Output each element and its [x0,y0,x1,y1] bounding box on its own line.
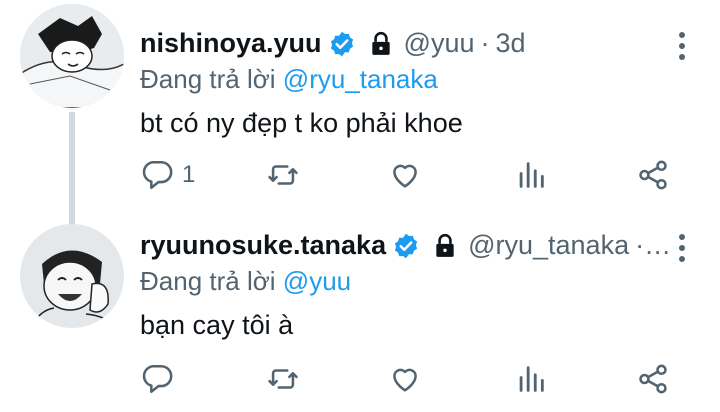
share-icon [636,158,670,192]
tweet-text: bt có ny đẹp t ko phải khoe [140,108,463,138]
lock-icon [368,31,394,57]
action-bar [140,362,680,402]
replying-to: Đang trả lời @ryu_tanaka [140,64,438,95]
display-name[interactable]: nishinoya.yuu [140,28,322,59]
reply-icon [140,362,174,396]
avatar[interactable] [20,4,124,108]
separator-dot: ·… [635,230,672,260]
retweet-icon [266,158,300,192]
reply-count: 1 [182,161,196,188]
mention-link[interactable]: @ryu_tanaka [283,64,438,94]
retweet-icon [266,362,300,396]
verified-badge-icon [392,232,420,260]
user-handle[interactable]: @ryu_tanaka [468,230,629,261]
tweet-reply-1: nishinoya.yuu @yuu · 3d Đang trả lời @ry… [0,0,720,210]
action-bar: 1 [140,158,680,198]
more-icon[interactable] [676,234,688,262]
user-handle[interactable]: @yuu [404,28,475,59]
share-button[interactable] [636,158,670,192]
views-icon [514,362,548,396]
lock-icon [432,233,458,259]
retweet-button[interactable] [266,362,300,396]
tweet-header: nishinoya.yuu @yuu · 3d [140,28,526,59]
reply-icon [140,158,174,192]
retweet-button[interactable] [266,158,300,192]
tweet-reply-2: ryuunosuke.tanaka @ryu_tanaka ·… Đang tr… [0,210,720,412]
separator-dot: · [480,28,490,58]
views-button[interactable] [514,362,548,396]
mention-link[interactable]: @yuu [283,266,351,296]
timestamp[interactable]: 3d [495,28,525,59]
tweet-header: ryuunosuke.tanaka @ryu_tanaka ·… [140,230,677,261]
replying-to-label: Đang trả lời [140,64,276,94]
views-icon [514,158,548,192]
reply-button[interactable] [140,362,182,396]
share-icon [636,362,670,396]
replying-to-label: Đang trả lời [140,266,276,296]
display-name[interactable]: ryuunosuke.tanaka [140,230,386,261]
more-icon[interactable] [676,32,688,60]
like-button[interactable] [388,362,422,396]
like-icon [388,362,422,396]
avatar[interactable] [20,224,124,328]
like-icon [388,158,422,192]
replying-to: Đang trả lời @yuu [140,266,351,297]
views-button[interactable] [514,158,548,192]
like-button[interactable] [388,158,422,192]
reply-button[interactable]: 1 [140,158,195,192]
tweet-text: bạn cay tôi à [140,310,294,340]
share-button[interactable] [636,362,670,396]
verified-badge-icon [328,30,356,58]
